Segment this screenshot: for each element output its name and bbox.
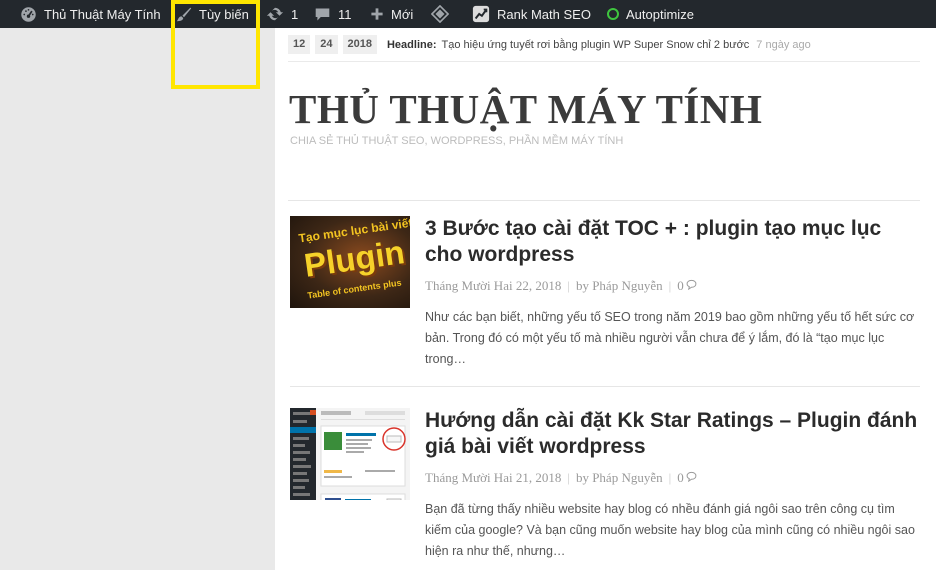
update-icon: [266, 5, 284, 23]
diamond-icon: [431, 5, 449, 23]
ticker-date-month: 24: [315, 35, 338, 54]
site-description: CHIA SẺ THỦ THUẬT SEO, WORDPRESS, PHẦN M…: [290, 135, 624, 147]
thumbnail-screenshot: [290, 408, 410, 500]
comment-bubble-icon: [686, 278, 697, 294]
post-meta: Tháng Mười Hai 22, 2018 | by Pháp Nguyễn…: [425, 278, 697, 294]
comment-bubble-icon: [686, 470, 697, 486]
plugin-menu-button[interactable]: [431, 0, 449, 28]
site-name-label: Thủ Thuật Máy Tính: [44, 6, 161, 22]
ticker-time-ago: 7 ngày ago: [756, 38, 811, 51]
post-comments-count[interactable]: 0: [677, 470, 684, 486]
meta-separator: |: [668, 278, 672, 293]
post-comments-count[interactable]: 0: [677, 278, 684, 294]
post-thumbnail[interactable]: [290, 408, 410, 500]
post-date: Tháng Mười Hai 22, 2018: [425, 278, 562, 293]
comment-icon: [314, 6, 331, 23]
meta-separator: |: [567, 278, 570, 293]
site-name-menu[interactable]: Thủ Thuật Máy Tính: [20, 0, 161, 28]
new-label: Mới: [391, 6, 414, 22]
comments-count: 11: [338, 6, 352, 22]
meta-separator: |: [567, 470, 570, 485]
post-thumbnail[interactable]: Tạo mục lục bài viết với Plugin Table of…: [290, 216, 410, 308]
post-excerpt: Như các bạn biết, những yếu tố SEO trong…: [425, 310, 915, 366]
headline-ticker: 12 24 2018 Headline: Tạo hiệu ứng tuyết …: [288, 34, 811, 55]
updates-button[interactable]: 1: [266, 0, 298, 28]
site-title[interactable]: THỦ THUẬT MÁY TÍNH: [289, 85, 762, 133]
highlight-box: [171, 0, 260, 89]
autoptimize-menu[interactable]: Autoptimize: [607, 0, 694, 28]
ticker-label: Headline:: [386, 38, 437, 51]
post-title-link[interactable]: 3 Bước tạo cài đặt TOC + : plugin tạo mụ…: [425, 216, 920, 268]
admin-bar: Thủ Thuật Máy Tính Tùy biến 1 11 Mới Ran…: [0, 0, 936, 28]
status-dot-icon: [607, 8, 619, 20]
ticker-headline-link[interactable]: Tạo hiệu ứng tuyết rơi bằng plugin WP Su…: [442, 39, 750, 51]
autoptimize-label: Autoptimize: [626, 6, 694, 22]
rank-math-menu[interactable]: Rank Math SEO: [472, 0, 591, 28]
new-content-button[interactable]: Mới: [370, 0, 413, 28]
divider: [288, 61, 920, 62]
ticker-date-year: 2018: [342, 35, 377, 54]
comments-button[interactable]: 11: [314, 0, 352, 28]
rankmath-icon: [472, 5, 490, 23]
post-author-link[interactable]: by Pháp Nguyễn: [576, 278, 663, 294]
post-author-link[interactable]: by Pháp Nguyễn: [576, 470, 663, 486]
post-date: Tháng Mười Hai 21, 2018: [425, 470, 562, 485]
content-area: 12 24 2018 Headline: Tạo hiệu ứng tuyết …: [275, 28, 936, 570]
rank-math-label: Rank Math SEO: [497, 6, 591, 22]
divider: [288, 200, 920, 201]
updates-count: 1: [291, 6, 299, 22]
post-meta: Tháng Mười Hai 21, 2018 | by Pháp Nguyễn…: [425, 470, 697, 486]
ticker-date-day: 12: [288, 35, 311, 54]
post-title-link[interactable]: Hướng dẫn cài đặt Kk Star Ratings – Plug…: [425, 408, 920, 460]
plus-icon: [370, 7, 384, 21]
meta-separator: |: [668, 470, 672, 485]
divider: [290, 386, 920, 387]
dashboard-icon: [20, 6, 37, 23]
post-excerpt: Bạn đã từng thấy nhiều website hay blog …: [425, 502, 915, 558]
